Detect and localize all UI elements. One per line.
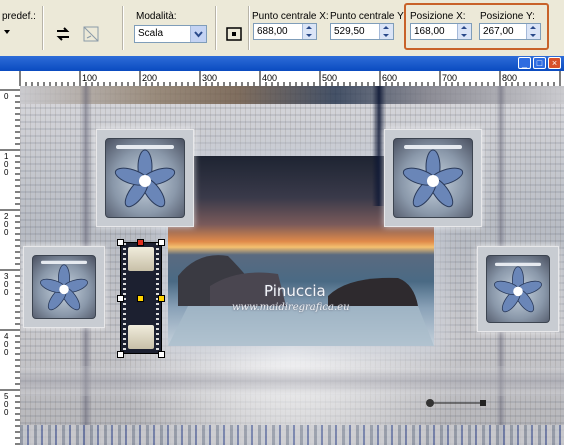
horizontal-ruler: 100 200 300 400 500 600 700 800 bbox=[0, 71, 564, 87]
selection-handle-top-center[interactable] bbox=[137, 239, 144, 246]
center-x-field[interactable]: 688,00 bbox=[253, 23, 317, 40]
ruler-label: 200 bbox=[142, 73, 157, 83]
bottom-horizontal-band bbox=[20, 366, 564, 396]
ruler-label: 0 bbox=[4, 408, 9, 417]
center-x-value: 688,00 bbox=[257, 26, 288, 37]
ruler-label: 500 bbox=[322, 73, 337, 83]
mode-label: Modalità: bbox=[136, 11, 177, 22]
vertical-ruler: 0100200300400500 bbox=[0, 86, 21, 445]
center-x-spinner[interactable] bbox=[302, 24, 316, 39]
ruler-label: 0 bbox=[4, 228, 9, 237]
center-y-spinner[interactable] bbox=[379, 24, 393, 39]
rotation-handle[interactable] bbox=[424, 397, 490, 409]
close-icon[interactable]: × bbox=[548, 57, 561, 69]
watermark-title: Pinuccia bbox=[264, 282, 326, 300]
flower-icon bbox=[486, 255, 550, 323]
vertical-ruler-ticks: 0100200300400500 bbox=[0, 89, 20, 445]
ruler-label: 0 bbox=[4, 168, 9, 177]
center-y-field[interactable]: 529,50 bbox=[330, 23, 394, 40]
flower-icon bbox=[393, 138, 473, 218]
selection-handle-bottom-left[interactable] bbox=[117, 351, 124, 358]
center-x-label: Punto centrale X: bbox=[252, 11, 329, 22]
filmstrip-frame-bottom bbox=[128, 325, 154, 349]
center-y-label: Punto centrale Y: bbox=[330, 11, 406, 22]
pos-x-field[interactable]: 168,00 bbox=[410, 23, 472, 40]
maximize-icon[interactable]: □ bbox=[533, 57, 546, 69]
flower-tile-top-left bbox=[96, 129, 194, 227]
selection-handle-middle-left[interactable] bbox=[117, 295, 124, 302]
selection-handle-middle-right[interactable] bbox=[158, 295, 165, 302]
pos-y-spinner[interactable] bbox=[526, 24, 540, 39]
center-pivot-icon[interactable] bbox=[223, 23, 245, 45]
ruler-label: 600 bbox=[382, 73, 397, 83]
mode-select-value: Scala bbox=[138, 28, 164, 39]
center-y-value: 529,50 bbox=[334, 26, 365, 37]
ruler-label: 700 bbox=[442, 73, 457, 83]
pos-y-value: 267,00 bbox=[483, 26, 514, 37]
ruler-label: 400 bbox=[262, 73, 277, 83]
preset-dropdown-arrow[interactable] bbox=[4, 30, 10, 34]
image-canvas[interactable]: Pinuccia www.maidiregrafica.eu bbox=[20, 86, 564, 445]
selection-handle-top-right[interactable] bbox=[158, 239, 165, 246]
pos-x-spinner[interactable] bbox=[457, 24, 471, 39]
horizontal-ruler-ticks: 100 200 300 400 500 600 700 800 bbox=[19, 71, 561, 86]
filmstrip-frame-top bbox=[128, 247, 154, 271]
selection-handle-center[interactable] bbox=[137, 295, 144, 302]
pos-x-label: Posizione X: bbox=[410, 11, 466, 22]
chevron-down-icon[interactable] bbox=[190, 26, 206, 42]
flower-tile-middle-right bbox=[477, 246, 559, 332]
tool-options-toolbar: predef.: Modalità: Scala Punto centrale … bbox=[0, 0, 564, 57]
ruler-label: 300 bbox=[202, 73, 217, 83]
flip-icon[interactable] bbox=[52, 23, 74, 45]
deform-reset-icon[interactable] bbox=[80, 23, 102, 45]
flower-icon bbox=[32, 255, 96, 319]
document-title-bar[interactable]: _ □ × bbox=[0, 56, 564, 71]
ruler-label: 0 bbox=[4, 288, 9, 297]
mode-select[interactable]: Scala bbox=[134, 25, 207, 43]
flower-tile-top-right bbox=[384, 129, 482, 227]
preset-label: predef.: bbox=[2, 11, 36, 22]
selection-handle-top-left[interactable] bbox=[117, 239, 124, 246]
flower-icon bbox=[105, 138, 185, 218]
pos-x-value: 168,00 bbox=[414, 26, 445, 37]
ruler-label: 800 bbox=[502, 73, 517, 83]
pos-y-field[interactable]: 267,00 bbox=[479, 23, 541, 40]
ruler-label: 100 bbox=[82, 73, 97, 83]
bottom-blue-stripe bbox=[20, 425, 564, 445]
ruler-label: 0 bbox=[4, 92, 9, 101]
watermark-url: www.maidiregrafica.eu bbox=[232, 302, 350, 313]
minimize-icon[interactable]: _ bbox=[518, 57, 531, 69]
pos-y-label: Posizione Y: bbox=[480, 11, 535, 22]
top-texture-band bbox=[20, 86, 564, 104]
ruler-label: 0 bbox=[4, 348, 9, 357]
selection-handle-bottom-right[interactable] bbox=[158, 351, 165, 358]
flower-tile-middle-left bbox=[23, 246, 105, 328]
